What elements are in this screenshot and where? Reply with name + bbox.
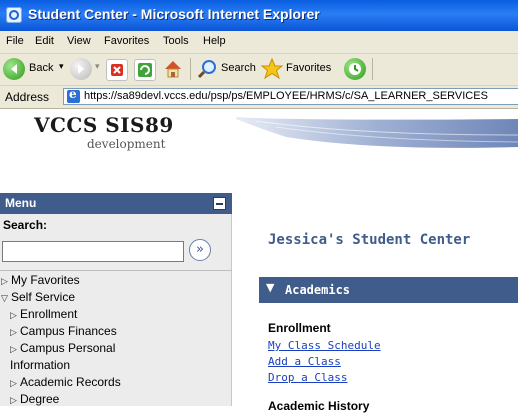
refresh-icon[interactable] <box>134 59 156 81</box>
menu-item-campus-personal[interactable]: ▷ Campus Personal <box>10 341 115 355</box>
my-class-schedule-link[interactable]: My Class Schedule <box>268 339 381 352</box>
menu-tools[interactable]: Tools <box>163 35 189 47</box>
address-bar: Address https://sa89devl.vccs.edu/psp/ps… <box>0 86 518 109</box>
history-icon[interactable] <box>344 58 366 80</box>
back-button[interactable]: Back <box>29 62 53 74</box>
expand-triangle-icon: ▷ <box>1 276 8 286</box>
home-icon[interactable] <box>162 58 184 80</box>
menu-file[interactable]: File <box>6 35 24 47</box>
forward-arrow-icon[interactable] <box>70 58 92 80</box>
menu-item-campus-finances[interactable]: ▷ Campus Finances <box>10 324 117 338</box>
address-label: Address <box>5 90 50 104</box>
menu-item-enrollment[interactable]: ▷ Enrollment <box>10 307 77 321</box>
menu-item-my-favorites[interactable]: ▷ My Favorites <box>1 273 80 287</box>
stop-icon[interactable] <box>106 59 128 81</box>
academics-section-header[interactable]: ▼ Academics <box>259 277 518 303</box>
expand-triangle-icon: ▷ <box>10 327 17 337</box>
page-title: Jessica's Student Center <box>268 232 471 248</box>
menu-help[interactable]: Help <box>203 35 226 47</box>
favorites-star-icon[interactable] <box>260 57 284 81</box>
expand-triangle-icon: ▷ <box>10 378 17 388</box>
header-banner <box>236 115 518 165</box>
academic-history-heading: Academic History <box>268 399 370 413</box>
search-magnifier-icon[interactable] <box>197 59 217 79</box>
drop-a-class-link[interactable]: Drop a Class <box>268 371 347 384</box>
logo-title: VCCS SIS89 <box>34 113 174 137</box>
search-button[interactable]: Search <box>221 62 256 74</box>
menu-favorites[interactable]: Favorites <box>104 35 149 47</box>
menu-bar: File Edit View Favorites Tools Help <box>0 31 518 54</box>
favorites-button[interactable]: Favorites <box>286 62 331 74</box>
menu-header: Menu <box>0 193 232 214</box>
menu-item-degree[interactable]: ▷ Degree <box>10 392 59 406</box>
page-icon <box>67 87 80 103</box>
toolbar-separator <box>190 58 191 80</box>
logo-subtitle: development <box>87 137 166 151</box>
menu-divider <box>0 270 232 271</box>
vccs-logo: VCCS SIS89 development <box>34 113 174 151</box>
academics-label: Academics <box>285 283 351 297</box>
toolbar: Back ▾ ▾ Search Favorites <box>0 54 518 86</box>
address-input[interactable]: https://sa89devl.vccs.edu/psp/ps/EMPLOYE… <box>63 87 518 105</box>
window-title: Student Center - Microsoft Internet Expl… <box>28 6 320 22</box>
menu-search-input[interactable] <box>2 241 184 262</box>
menu-edit[interactable]: Edit <box>35 35 54 47</box>
forward-dropdown-icon[interactable]: ▾ <box>95 61 100 72</box>
add-a-class-link[interactable]: Add a Class <box>268 355 341 368</box>
collapse-icon[interactable] <box>213 197 226 210</box>
search-label: Search: <box>3 218 48 232</box>
menu-item-self-service[interactable]: ▽ Self Service <box>1 290 75 304</box>
search-go-icon[interactable]: » <box>189 239 211 261</box>
ie-app-icon <box>6 7 22 23</box>
menu-view[interactable]: View <box>67 35 91 47</box>
menu-item-academic-records[interactable]: ▷ Academic Records <box>10 375 121 389</box>
back-arrow-icon[interactable] <box>3 58 25 80</box>
expand-triangle-icon: ▷ <box>10 310 17 320</box>
expand-triangle-icon: ▷ <box>10 395 17 405</box>
expand-triangle-icon: ▷ <box>10 344 17 354</box>
toolbar-separator <box>372 58 373 80</box>
collapse-triangle-icon: ▼ <box>266 281 275 294</box>
menu-title: Menu <box>5 196 37 210</box>
back-dropdown-icon[interactable]: ▾ <box>59 61 64 72</box>
menu-item-campus-personal-info[interactable]: Information <box>10 358 70 372</box>
window-title-bar: Student Center - Microsoft Internet Expl… <box>0 0 518 31</box>
enrollment-heading: Enrollment <box>268 321 331 335</box>
address-url[interactable]: https://sa89devl.vccs.edu/psp/ps/EMPLOYE… <box>84 90 488 102</box>
collapse-triangle-icon: ▽ <box>1 293 8 303</box>
